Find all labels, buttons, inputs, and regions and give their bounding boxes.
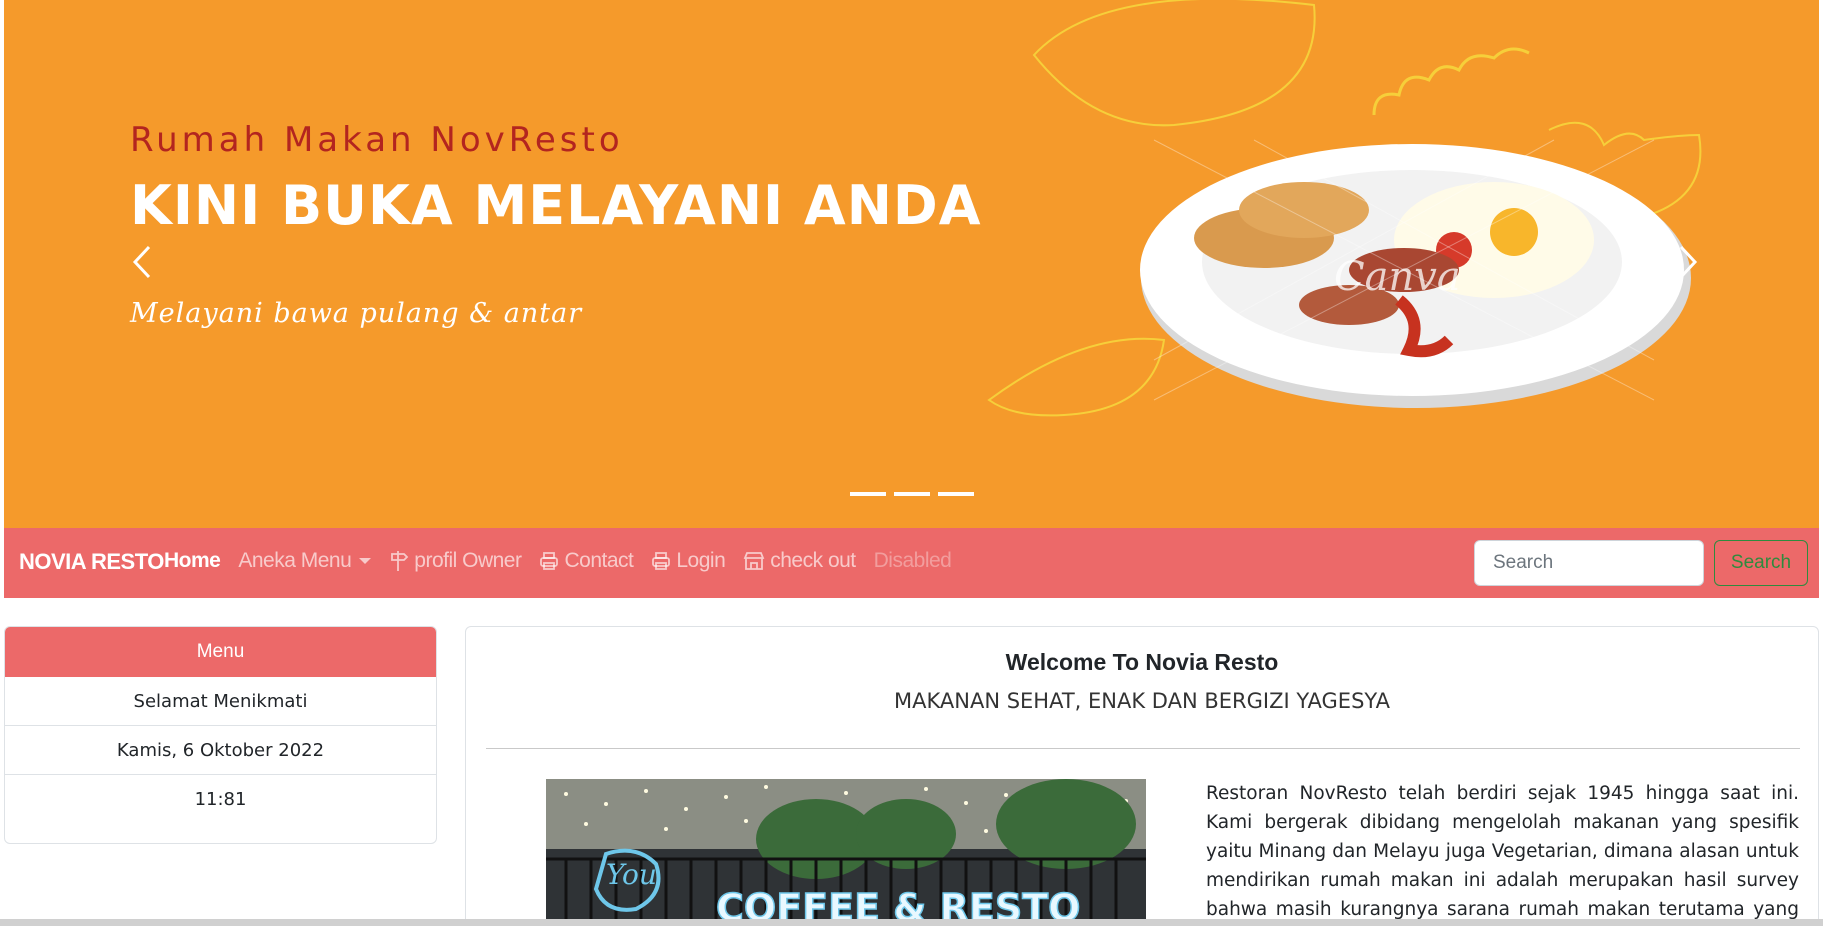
divider	[486, 748, 1800, 749]
carousel-indicator[interactable]	[938, 492, 974, 496]
restaurant-photo-illustration: You COFFEE & RESTO	[546, 779, 1146, 926]
carousel-indicator[interactable]	[850, 492, 886, 496]
hero-subtitle: Melayani bawa pulang & antar	[130, 298, 583, 329]
carousel-prev-button[interactable]	[122, 240, 162, 284]
caret-down-icon	[359, 558, 372, 564]
page-subtitle: MAKANAN SEHAT, ENAK DAN BERGIZI YAGESYA	[894, 689, 1390, 713]
nav-aneka-menu-label: Aneka Menu	[238, 549, 352, 572]
chevron-right-icon	[1679, 245, 1698, 279]
sidebar-item-date: Kamis, 6 Oktober 2022	[5, 726, 436, 775]
canva-watermark: Canva	[1334, 254, 1461, 300]
nav-profil-owner[interactable]: profil Owner	[389, 549, 522, 573]
nav-profil-owner-label: profil Owner	[414, 549, 522, 572]
carousel-indicators	[850, 492, 974, 496]
printer-icon	[539, 551, 559, 571]
printer-icon	[651, 551, 671, 571]
nav-contact-label: Contact	[564, 549, 634, 572]
horizontal-scrollbar[interactable]	[0, 919, 1823, 926]
carousel-next-button[interactable]	[1668, 240, 1708, 284]
main-content-card: Welcome To Novia Resto MAKANAN SEHAT, EN…	[465, 626, 1819, 926]
nav-links: Home Aneka Menu profil Owner Contact Log…	[164, 549, 969, 573]
sidebar-menu-card: Menu Selamat Menikmati Kamis, 6 Oktober …	[4, 626, 437, 844]
search-button[interactable]: Search	[1714, 540, 1808, 586]
nav-check-out[interactable]: check out	[743, 549, 856, 573]
nav-check-out-label: check out	[770, 549, 856, 572]
nav-disabled-label: Disabled	[873, 549, 952, 572]
restaurant-photo: You COFFEE & RESTO	[546, 779, 1146, 926]
signpost-icon	[389, 550, 409, 572]
navbar: NOVIA RESTO Home Aneka Menu profil Owner…	[4, 528, 1819, 598]
navbar-brand[interactable]: NOVIA RESTO	[19, 549, 164, 575]
about-paragraph: Restoran NovResto telah berdiri sejak 19…	[1206, 783, 1799, 920]
sidebar-item-time: 11:81	[194, 789, 247, 810]
sidebar-item-greeting: Selamat Menikmati	[5, 677, 436, 726]
page-title: Welcome To Novia Resto	[1005, 649, 1279, 675]
hero-title-big: KINI BUKA MELAYANI ANDA	[130, 174, 982, 237]
search-input[interactable]	[1474, 540, 1704, 586]
nav-contact[interactable]: Contact	[539, 549, 634, 573]
nav-login-label: Login	[676, 549, 726, 572]
carousel-indicator[interactable]	[894, 492, 930, 496]
chevron-left-icon	[132, 245, 151, 279]
photo-sign-script: You	[606, 858, 657, 891]
shop-icon	[743, 551, 765, 571]
nav-aneka-menu-dropdown[interactable]: Aneka Menu	[238, 549, 372, 573]
nav-home[interactable]: Home	[164, 549, 221, 573]
sidebar-header: Menu	[5, 627, 436, 677]
hero-illustration: Canva	[987, 0, 1702, 417]
hero-title-small: Rumah Makan NovResto	[130, 120, 624, 160]
nav-disabled: Disabled	[874, 549, 952, 573]
nav-login[interactable]: Login	[651, 549, 726, 573]
hero-carousel: Canva Rumah Makan NovResto KINI BUKA MEL…	[4, 0, 1819, 528]
nav-home-label: Home	[164, 549, 221, 572]
